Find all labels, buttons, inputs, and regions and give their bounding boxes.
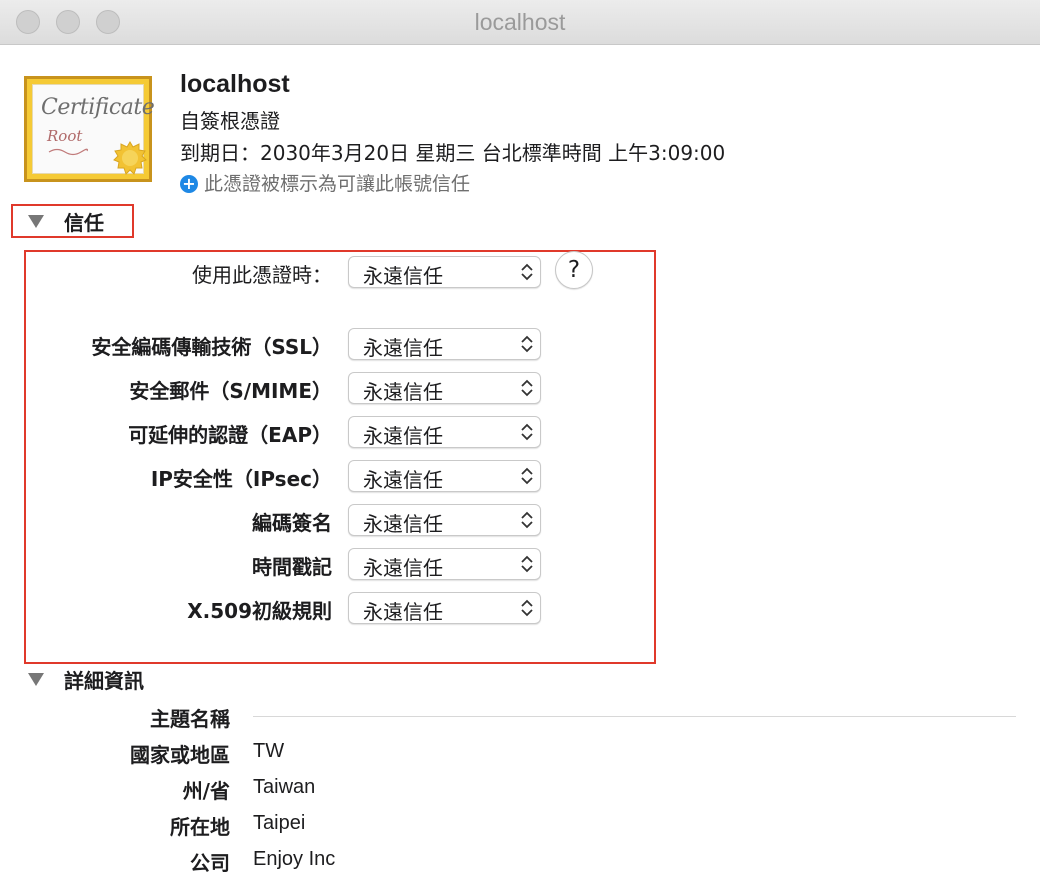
- plus-circle-icon: +: [180, 175, 198, 193]
- certificate-icon: Certificate Root: [24, 76, 155, 182]
- detail-label-state: 州/省: [182, 779, 230, 803]
- trust-row-label-timestamping: 時間戳記: [252, 555, 332, 579]
- trust-row-label-ssl: 安全編碼傳輸技術（SSL）: [91, 335, 332, 359]
- certificate-icon-word: Certificate: [41, 95, 155, 120]
- trust-popup-ipsec[interactable]: 永遠信任: [348, 460, 541, 492]
- popup-value: 永遠信任: [363, 424, 443, 448]
- popup-value: 永遠信任: [363, 264, 443, 288]
- disclosure-triangle-icon[interactable]: [28, 215, 44, 228]
- popup-value: 永遠信任: [363, 336, 443, 360]
- chevron-up-down-icon: [521, 379, 533, 397]
- popup-value: 永遠信任: [363, 380, 443, 404]
- trust-popup-x509[interactable]: 永遠信任: [348, 592, 541, 624]
- details-section-toggle[interactable]: 詳細資訊: [28, 665, 144, 694]
- certificate-type: 自簽根憑證: [180, 109, 280, 133]
- detail-label-country: 國家或地區: [130, 743, 230, 767]
- chevron-up-down-icon: [521, 423, 533, 441]
- window-title: localhost: [474, 9, 566, 35]
- popup-value: 永遠信任: [363, 468, 443, 492]
- trust-row-label-eap: 可延伸的認證（EAP）: [128, 423, 332, 447]
- when-using-label: 使用此憑證時：: [192, 263, 332, 287]
- detail-value-state: Taiwan: [253, 776, 316, 798]
- details-heading: 詳細資訊: [64, 669, 144, 693]
- trust-settings-highlight: [24, 250, 656, 664]
- trust-section-toggle[interactable]: 信任: [28, 207, 104, 236]
- chevron-up-down-icon: [521, 599, 533, 617]
- popup-value: 永遠信任: [363, 600, 443, 624]
- certificate-paper: Certificate Root: [32, 84, 155, 175]
- chevron-up-down-icon: [521, 555, 533, 573]
- subject-name-heading: 主題名稱: [150, 707, 230, 731]
- trust-row-label-smime: 安全郵件（S/MIME）: [129, 379, 332, 403]
- chevron-up-down-icon: [521, 335, 533, 353]
- trust-row-label-x509: X.509初級規則: [187, 599, 332, 623]
- detail-value-organization: Enjoy Inc: [253, 848, 336, 870]
- trust-popup-eap[interactable]: 永遠信任: [348, 416, 541, 448]
- trust-popup-ssl[interactable]: 永遠信任: [348, 328, 541, 360]
- detail-value-locality: Taipei: [253, 812, 306, 834]
- trust-popup-timestamping[interactable]: 永遠信任: [348, 548, 541, 580]
- swirl-ornament-icon: [48, 148, 88, 156]
- trust-row-label-code-signing: 編碼簽名: [252, 511, 332, 535]
- trust-status-note: + 此憑證被標示為可讓此帳號信任: [180, 169, 470, 196]
- detail-label-locality: 所在地: [170, 815, 230, 839]
- subject-divider: [253, 716, 1016, 717]
- trust-popup-code-signing[interactable]: 永遠信任: [348, 504, 541, 536]
- certificate-icon-sub: Root: [47, 127, 83, 145]
- trust-row-label-ipsec: IP安全性（IPsec）: [150, 467, 332, 491]
- when-using-popup[interactable]: 永遠信任: [348, 256, 541, 288]
- help-button[interactable]: ?: [555, 251, 593, 289]
- trust-popup-smime[interactable]: 永遠信任: [348, 372, 541, 404]
- popup-value: 永遠信任: [363, 556, 443, 580]
- certificate-name: localhost: [180, 70, 290, 98]
- title-bar: localhost: [0, 0, 1040, 45]
- popup-value: 永遠信任: [363, 512, 443, 536]
- seal-icon: [113, 141, 147, 175]
- chevron-up-down-icon: [521, 467, 533, 485]
- chevron-up-down-icon: [521, 263, 533, 281]
- detail-value-country: TW: [253, 740, 285, 762]
- certificate-expiry: 到期日：2030年3月20日 星期三 台北標準時間 上午3:09:00: [180, 141, 726, 165]
- detail-label-organization: 公司: [190, 851, 230, 875]
- chevron-up-down-icon: [521, 511, 533, 529]
- trust-status-text: 此憑證被標示為可讓此帳號信任: [204, 173, 471, 195]
- trust-heading: 信任: [64, 211, 104, 235]
- disclosure-triangle-icon[interactable]: [28, 673, 44, 686]
